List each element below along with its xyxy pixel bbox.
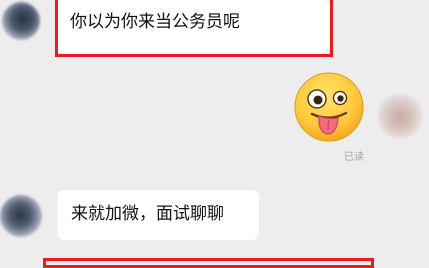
read-status: 已读 bbox=[344, 152, 364, 163]
message-text: 来就加微，面试聊聊 bbox=[71, 204, 224, 224]
contact-avatar[interactable] bbox=[0, 195, 42, 237]
contact-avatar[interactable] bbox=[2, 2, 40, 40]
my-avatar[interactable] bbox=[378, 94, 422, 138]
chat-conversation: 你以为你来当公务员呢 已读 来就加微，面试聊聊 bbox=[0, 0, 429, 268]
message-text: 你以为你来当公务员呢 bbox=[70, 12, 240, 32]
message-bubble-incoming[interactable]: 你以为你来当公务员呢 bbox=[56, 0, 330, 54]
message-bubble-incoming[interactable]: 来就加微，面试聊聊 bbox=[57, 190, 259, 240]
silly-face-emoji-icon[interactable] bbox=[294, 72, 364, 142]
highlight-box bbox=[43, 258, 374, 268]
